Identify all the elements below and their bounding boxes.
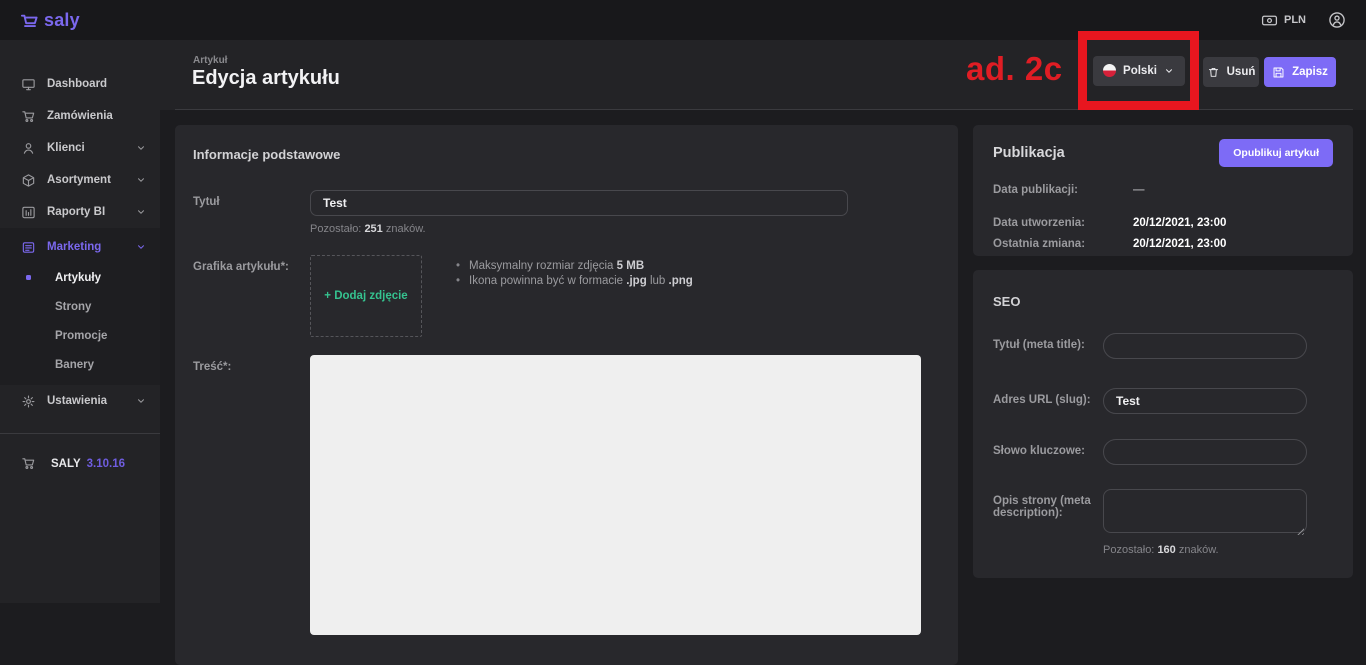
page-title: Edycja artykułu <box>192 67 340 90</box>
sidebar-item-klienci[interactable]: Klienci <box>0 132 160 164</box>
save-button[interactable]: Zapisz <box>1264 57 1336 87</box>
chevron-down-icon <box>136 207 146 217</box>
section-title: Informacje podstawowe <box>193 147 940 162</box>
bullet-icon: • <box>456 274 460 289</box>
publication-card: Publikacja Opublikuj artykuł Data publik… <box>973 125 1353 256</box>
chevron-down-icon <box>136 242 146 252</box>
sidebar-footer: SALY 3.10.16 <box>0 456 160 471</box>
logo-text: saly <box>44 10 80 31</box>
slug-label: Adres URL (slug): <box>993 388 1103 414</box>
sidebar-divider <box>0 433 160 434</box>
sidebar-item-banery[interactable]: Banery <box>0 350 160 379</box>
language-dropdown[interactable]: Polski <box>1093 56 1185 86</box>
seo-title: SEO <box>993 294 1333 309</box>
trash-icon <box>1207 66 1220 79</box>
marketing-group: Marketing Artykuły Strony Promocje Baner… <box>0 228 160 385</box>
delete-button[interactable]: Usuń <box>1203 57 1259 87</box>
image-label: Grafika artykułu*: <box>193 255 310 337</box>
floppy-icon <box>1272 66 1285 79</box>
app-logo[interactable]: saly <box>20 10 80 31</box>
title-label: Tytuł <box>193 190 310 235</box>
slug-input[interactable] <box>1103 388 1307 414</box>
sidebar-item-raporty-bi[interactable]: Raporty BI <box>0 196 160 228</box>
cart-icon <box>21 456 37 471</box>
annotation-text: ad. 2c <box>966 50 1063 88</box>
keyword-label: Słowo kluczowe: <box>993 439 1103 465</box>
cart-icon <box>21 109 37 124</box>
publication-title: Publikacja <box>993 145 1065 161</box>
app-name: SALY <box>51 458 81 470</box>
chevron-down-icon <box>136 143 146 153</box>
package-icon <box>21 173 37 188</box>
content-editor[interactable] <box>310 355 921 635</box>
news-icon <box>21 240 37 255</box>
sidebar-item-strony[interactable]: Strony <box>0 292 160 321</box>
cart-logo-icon <box>20 10 40 30</box>
user-avatar-icon <box>1328 11 1346 29</box>
publication-date-value: — <box>1133 184 1145 196</box>
sidebar-item-ustawienia[interactable]: Ustawienia <box>0 385 160 417</box>
sidebar: Dashboard Zamówienia Klienci Asortyment … <box>0 40 160 603</box>
report-icon <box>21 205 37 220</box>
sidebar-item-promocje[interactable]: Promocje <box>0 321 160 350</box>
account-button[interactable] <box>1328 11 1346 29</box>
sidebar-item-marketing[interactable]: Marketing <box>0 231 160 263</box>
chevron-down-icon <box>1164 66 1174 76</box>
title-remaining-counter: Pozostało: 251 znaków. <box>310 223 848 235</box>
poland-flag-icon <box>1103 64 1116 77</box>
person-icon <box>21 141 37 156</box>
basic-info-card: Informacje podstawowe Tytuł Pozostało: 2… <box>175 125 958 665</box>
add-photo-button[interactable]: + Dodaj zdjęcie <box>324 290 407 302</box>
modified-date-value: 20/12/2021, 23:00 <box>1133 238 1226 250</box>
banknote-icon <box>1261 12 1278 29</box>
meta-description-textarea[interactable] <box>1103 489 1307 533</box>
sidebar-item-artykuly[interactable]: Artykuły <box>0 263 160 292</box>
keyword-input[interactable] <box>1103 439 1307 465</box>
add-photo-dropzone[interactable]: + Dodaj zdjęcie <box>310 255 422 337</box>
active-bullet <box>26 275 31 280</box>
image-hints: • Maksymalny rozmiar zdjęcia 5 MB • Ikon… <box>456 255 693 337</box>
created-date-row: Data utworzenia: 20/12/2021, 23:00 <box>993 217 1333 229</box>
currency-label: PLN <box>1284 14 1306 26</box>
meta-title-input[interactable] <box>1103 333 1307 359</box>
seo-card: SEO Tytuł (meta title): Adres URL (slug)… <box>973 270 1353 578</box>
created-date-value: 20/12/2021, 23:00 <box>1133 217 1226 229</box>
sidebar-item-zamowienia[interactable]: Zamówienia <box>0 100 160 132</box>
modified-date-row: Ostatnia zmiana: 20/12/2021, 23:00 <box>993 238 1333 250</box>
sidebar-item-asortyment[interactable]: Asortyment <box>0 164 160 196</box>
chevron-down-icon <box>136 396 146 406</box>
bullet-icon: • <box>456 259 460 274</box>
monitor-icon <box>21 77 37 92</box>
annotation-highlight-box: Polski <box>1078 31 1199 110</box>
meta-title-label: Tytuł (meta title): <box>993 333 1103 359</box>
chevron-down-icon <box>136 175 146 185</box>
gear-icon <box>21 394 37 409</box>
currency-selector[interactable]: PLN <box>1261 12 1306 29</box>
sidebar-item-dashboard[interactable]: Dashboard <box>0 68 160 100</box>
content-label: Treść*: <box>193 355 310 635</box>
publication-date-row: Data publikacji: — <box>993 184 1333 196</box>
app-version: 3.10.16 <box>87 458 125 470</box>
title-input[interactable] <box>310 190 848 216</box>
description-remaining-counter: Pozostało: 160 znaków. <box>1103 544 1333 556</box>
publish-button[interactable]: Opublikuj artykuł <box>1219 139 1333 167</box>
meta-description-label: Opis strony (meta description): <box>993 489 1103 538</box>
breadcrumb: Artykuł <box>193 55 227 66</box>
